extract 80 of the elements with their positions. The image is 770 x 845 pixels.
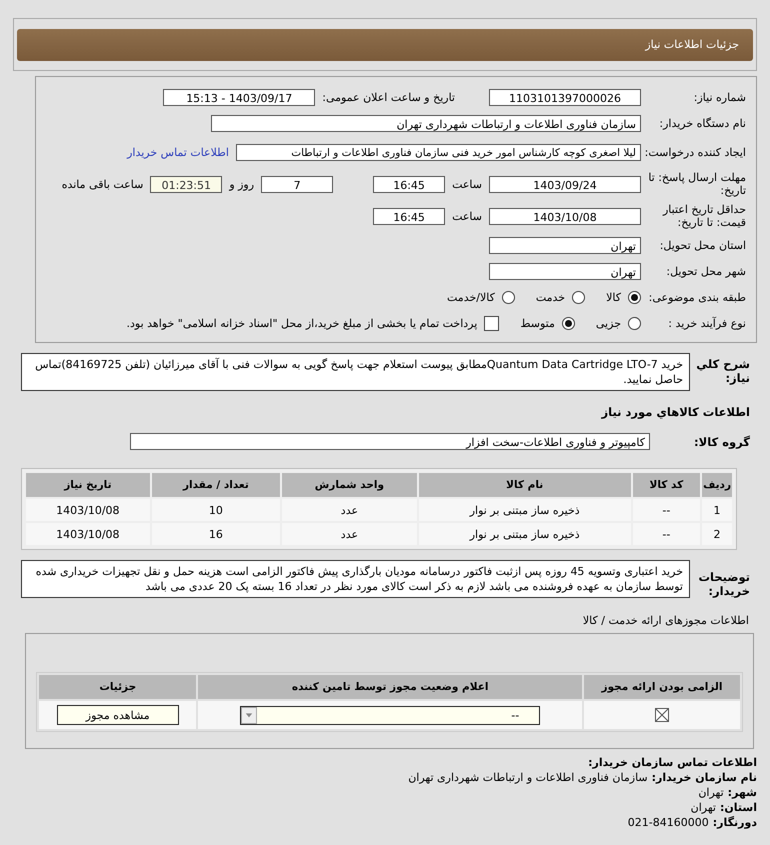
radio-label: جزیی (596, 316, 621, 330)
radio-button[interactable] (502, 290, 515, 304)
column-header: ردیف (702, 473, 732, 497)
field-label: شهر محل تحویل: (665, 264, 746, 278)
table-cell: -- (632, 523, 700, 545)
field-label: ساعت (452, 178, 482, 190)
field-label: حداقل تاریخ اعتبار قیمت: تا تاریخ: (662, 203, 746, 229)
radio-label: خدمت (536, 290, 566, 304)
requester-field: لیلا اصغری کوچه کارشناس امور خرید فنی سازمان فناوری اطلاعات و ارتباطات (236, 144, 641, 160)
column-header: جزئیات (39, 675, 196, 699)
time-field: 16:45 (373, 208, 446, 224)
goods-group-field: کامپیوتر و فناوری اطلاعات-سخت افزار (130, 433, 650, 450)
field-label: ساعت باقی مانده (62, 178, 144, 190)
column-header: اعلام وضعیت مجوز توسط تامین کننده (198, 675, 582, 699)
date-field: 1403/10/08 (489, 208, 641, 224)
contact-value: 84160000-021 (628, 816, 709, 829)
radio-label: متوسط (520, 316, 555, 330)
radio-button[interactable] (562, 316, 575, 330)
announce-date-field: 1403/09/17 - 15:13 (163, 88, 316, 106)
field-label: ایجاد کننده درخواست: (644, 146, 746, 158)
days-field: 7 (261, 176, 334, 192)
table-cell: عدد (282, 523, 417, 545)
field-label: استان محل تحویل: (658, 238, 746, 252)
section-title: اطلاعات کالاهاي مورد نياز (600, 405, 750, 419)
table-cell: 16 (152, 523, 280, 545)
contact-label: دورنگار: (712, 816, 757, 829)
date-field: 1403/09/24 (489, 176, 641, 192)
radio-button[interactable] (572, 290, 586, 304)
radio-button[interactable] (628, 290, 641, 304)
field-label: نوع فرآیند خرید : (667, 316, 746, 330)
status-dropdown[interactable]: -- (240, 706, 540, 724)
field-label: طبقه بندی موضوعی: (648, 290, 746, 304)
page-title: جزئیات اطلاعات نیاز (17, 29, 753, 61)
contact-label: شهر: (728, 786, 757, 799)
table-cell: -- (632, 499, 700, 521)
city-field: تهران (489, 262, 641, 280)
table-cell: ذخیره ساز مبتنی بر نوار (418, 523, 631, 545)
contact-label: استان: (720, 801, 757, 814)
field-label: مهلت ارسال پاسخ: تا تاریخ: (647, 171, 746, 197)
section-title: اطلاعات مجوزهای ارائه خدمت / کالا (582, 614, 749, 627)
field-label: ساعت (452, 210, 482, 222)
field-label: گروه کالا: (693, 434, 750, 448)
province-field: تهران (489, 236, 641, 254)
column-header: واحد شمارش (282, 473, 417, 497)
buyer-contact-link[interactable]: اطلاعات تماس خریدار (127, 146, 229, 158)
field-label: شرح کلي نياز: (695, 356, 750, 385)
table-cell: 2 (702, 523, 732, 545)
time-field: 16:45 (373, 176, 446, 192)
column-header: نام کالا (418, 473, 631, 497)
radio-label: کالا/خدمت (447, 290, 495, 304)
field-label: روز و (229, 178, 254, 190)
column-header: کد کالا (632, 473, 700, 497)
remaining-time-field: 01:23:51 (150, 176, 222, 192)
table-cell: عدد (282, 499, 417, 521)
buyer-notes-text: خرید اعتباری وتسویه 45 روزه پس ازثبت فاکتور درسامانه مودیان بارگذاری پیش فاکتور الزامی است هزینه حمل و نقل تجهیزات خریداری شده توسط سازمان به عهده فروشنده می باشد لازم به ذکر است کالای مورد نظر در تعداد 16 بسته پک 20 عددی می باشد (21, 560, 690, 598)
radio-button[interactable] (628, 316, 641, 330)
radio-label: کالا (606, 290, 621, 304)
table-cell: ذخیره ساز مبتنی بر نوار (418, 499, 631, 521)
buyer-org-field: سازمان فناوری اطلاعات و ارتباطات شهرداری تهران (211, 114, 641, 132)
field-label: شماره نیاز: (692, 90, 746, 104)
checkbox[interactable] (484, 316, 500, 330)
column-header: تعداد / مقدار (152, 473, 280, 497)
view-license-button[interactable]: مشاهده مجوز (56, 705, 179, 725)
contact-value: تهران (690, 801, 716, 814)
column-header: الزامی بودن ارائه مجوز (584, 675, 740, 699)
contact-title: اطلاعات تماس سازمان خریدار: (587, 755, 757, 770)
field-label: توضیحات خریدار: (698, 569, 750, 598)
contact-value: سازمان فناوری اطلاعات و ارتباطات شهرداری تهران (408, 771, 648, 784)
table-cell: 1403/10/08 (26, 499, 150, 521)
column-header: تاریخ نیاز (26, 473, 150, 497)
contact-label: نام سازمان خریدار: (652, 771, 757, 784)
need-number-field: 1103101397000026 (489, 88, 641, 106)
table-cell: 1403/10/08 (26, 523, 150, 545)
field-label: نام دستگاه خریدار: (658, 116, 746, 130)
field-label: تاریخ و ساعت اعلان عمومی: (322, 90, 455, 104)
description-text: خرید Quantum Data Cartridge LTO-7مطابق پیوست استعلام جهت پاسخ گویی به سوالات فنی با آقای میرزائیان (تلفن 84169725)تماس حاصل نمایید. (21, 353, 690, 391)
table-cell: 1 (702, 499, 732, 521)
contact-value: تهران (698, 786, 724, 799)
table-cell: 10 (152, 499, 280, 521)
checkbox-label: پرداخت تمام یا بخشی از مبلغ خرید،از محل "اسناد خزانه اسلامی" خواهد بود. (126, 316, 478, 330)
